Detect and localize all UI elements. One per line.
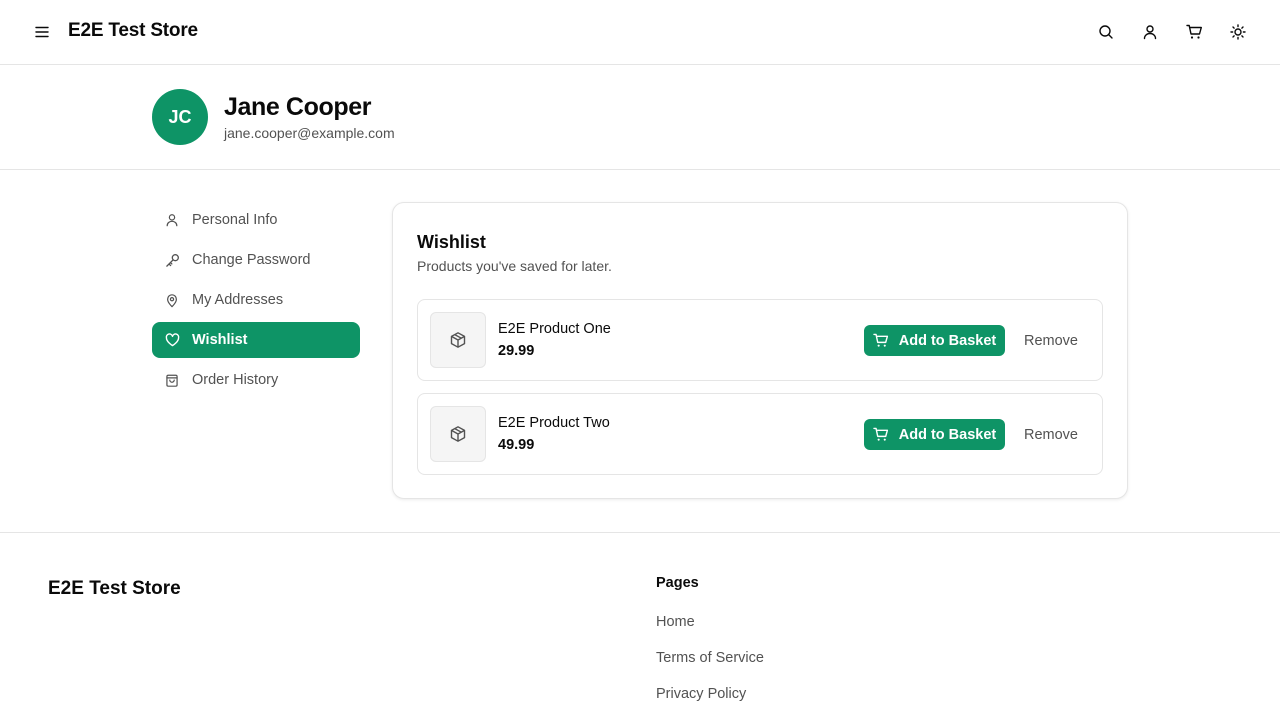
wishlist-item: E2E Product One 29.99 Add to Basket Remo… bbox=[417, 299, 1103, 381]
add-to-basket-button[interactable]: Add to Basket bbox=[864, 419, 1005, 450]
sidebar-item-personal-info[interactable]: Personal Info bbox=[152, 202, 360, 238]
search-button[interactable] bbox=[1094, 20, 1118, 44]
user-icon bbox=[1142, 24, 1158, 40]
card-title: Wishlist bbox=[417, 232, 486, 252]
profile-name: Jane Cooper bbox=[224, 93, 372, 121]
footer-link-privacy[interactable]: Privacy Policy bbox=[656, 686, 746, 702]
sidebar-item-label: Personal Info bbox=[192, 212, 278, 228]
cart-button[interactable] bbox=[1182, 20, 1206, 44]
remove-button[interactable]: Remove bbox=[1013, 325, 1089, 356]
sidebar-item-my-addresses[interactable]: My Addresses bbox=[152, 282, 360, 318]
site-footer: E2E Test Store Pages Home Terms of Servi… bbox=[0, 532, 1280, 720]
add-to-basket-label: Add to Basket bbox=[898, 332, 997, 349]
sun-icon bbox=[1230, 24, 1246, 40]
card-subtitle: Products you've saved for later. bbox=[417, 258, 612, 274]
user-icon bbox=[164, 212, 180, 228]
product-name[interactable]: E2E Product Two bbox=[498, 415, 610, 431]
footer-pages-heading: Pages bbox=[656, 575, 699, 591]
add-to-basket-label: Add to Basket bbox=[898, 426, 997, 443]
heart-icon bbox=[164, 332, 180, 348]
footer-link-terms[interactable]: Terms of Service bbox=[656, 650, 764, 666]
product-thumbnail[interactable] bbox=[430, 312, 486, 368]
sidebar-item-label: My Addresses bbox=[192, 292, 284, 308]
remove-button[interactable]: Remove bbox=[1013, 419, 1089, 450]
map-pin-icon bbox=[164, 292, 180, 308]
product-price: 49.99 bbox=[498, 437, 535, 453]
cart-icon bbox=[1185, 24, 1203, 40]
sidebar-item-order-history[interactable]: Order History bbox=[152, 362, 360, 398]
package-icon bbox=[449, 425, 467, 443]
product-thumbnail[interactable] bbox=[430, 406, 486, 462]
footer-brand: E2E Test Store bbox=[48, 578, 181, 599]
account-button[interactable] bbox=[1138, 20, 1162, 44]
menu-button[interactable] bbox=[30, 20, 54, 44]
package-icon bbox=[449, 331, 467, 349]
product-name[interactable]: E2E Product One bbox=[498, 321, 611, 337]
cart-icon bbox=[873, 333, 889, 348]
footer-link-home[interactable]: Home bbox=[656, 614, 695, 630]
sidebar-item-label: Wishlist bbox=[192, 332, 248, 348]
sidebar-item-change-password[interactable]: Change Password bbox=[152, 242, 360, 278]
top-navbar: E2E Test Store bbox=[0, 0, 1280, 65]
sidebar-item-wishlist[interactable]: Wishlist bbox=[152, 322, 360, 358]
avatar: JC bbox=[152, 89, 208, 145]
key-icon bbox=[164, 252, 180, 268]
profile-email: jane.cooper@example.com bbox=[224, 125, 395, 141]
sidebar-item-label: Order History bbox=[192, 372, 279, 388]
wishlist-item: E2E Product Two 49.99 Add to Basket Remo… bbox=[417, 393, 1103, 475]
cart-icon bbox=[873, 427, 889, 442]
theme-toggle-button[interactable] bbox=[1226, 20, 1250, 44]
shopping-bag-icon bbox=[164, 372, 180, 388]
add-to-basket-button[interactable]: Add to Basket bbox=[864, 325, 1005, 356]
search-icon bbox=[1098, 24, 1114, 40]
profile-header: JC Jane Cooper jane.cooper@example.com bbox=[0, 65, 1280, 170]
store-logo[interactable]: E2E Test Store bbox=[68, 20, 198, 42]
product-price: 29.99 bbox=[498, 343, 535, 359]
wishlist-card: Wishlist Products you've saved for later… bbox=[392, 202, 1128, 499]
sidebar-item-label: Change Password bbox=[192, 252, 311, 268]
menu-icon bbox=[35, 26, 49, 38]
